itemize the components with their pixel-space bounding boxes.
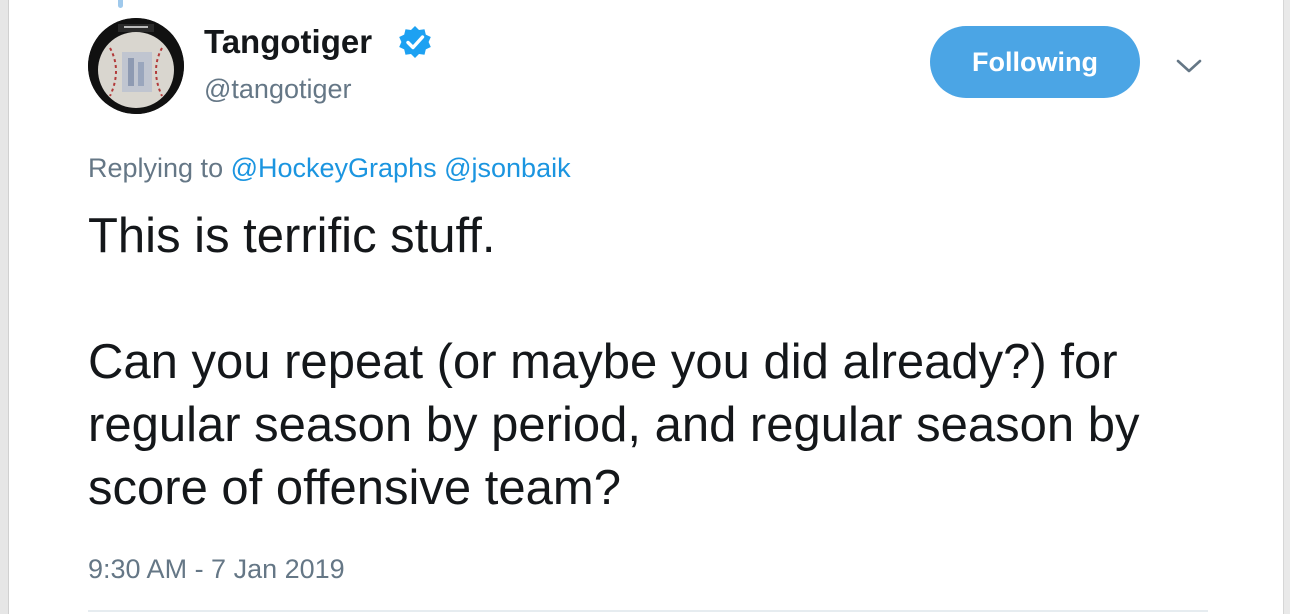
avatar[interactable] [88, 18, 184, 114]
tweet-text-paragraph: This is terrific stuff. [88, 209, 496, 263]
top-edge-artifact [118, 0, 123, 8]
window-left-edge [0, 0, 8, 614]
window-right-border [1283, 0, 1284, 614]
author-handle[interactable]: @tangotiger [204, 72, 352, 106]
mention-link[interactable]: @jsonbaik [444, 153, 570, 183]
verified-badge-icon [399, 26, 431, 58]
following-button[interactable]: Following [930, 26, 1140, 98]
window-left-border [8, 0, 9, 614]
window-right-edge [1284, 0, 1290, 614]
replying-to-prefix: Replying to [88, 153, 224, 183]
tweet-detail-view: Tangotiger @tangotiger Following Replyin… [0, 0, 1290, 614]
replying-to-line: Replying to @HockeyGraphs @jsonbaik [88, 150, 571, 186]
mention-link[interactable]: @HockeyGraphs [231, 153, 437, 183]
tweet-timestamp[interactable]: 9:30 AM - 7 Jan 2019 [88, 552, 345, 586]
divider [88, 610, 1208, 612]
author-display-name[interactable]: Tangotiger [204, 22, 372, 62]
baseball-avatar-icon [88, 18, 184, 114]
chevron-down-icon[interactable] [1172, 52, 1206, 80]
tweet-text: This is terrific stuff. Can you repeat (… [88, 205, 1208, 520]
tweet-text-paragraph: Can you repeat (or maybe you did already… [88, 335, 1140, 515]
